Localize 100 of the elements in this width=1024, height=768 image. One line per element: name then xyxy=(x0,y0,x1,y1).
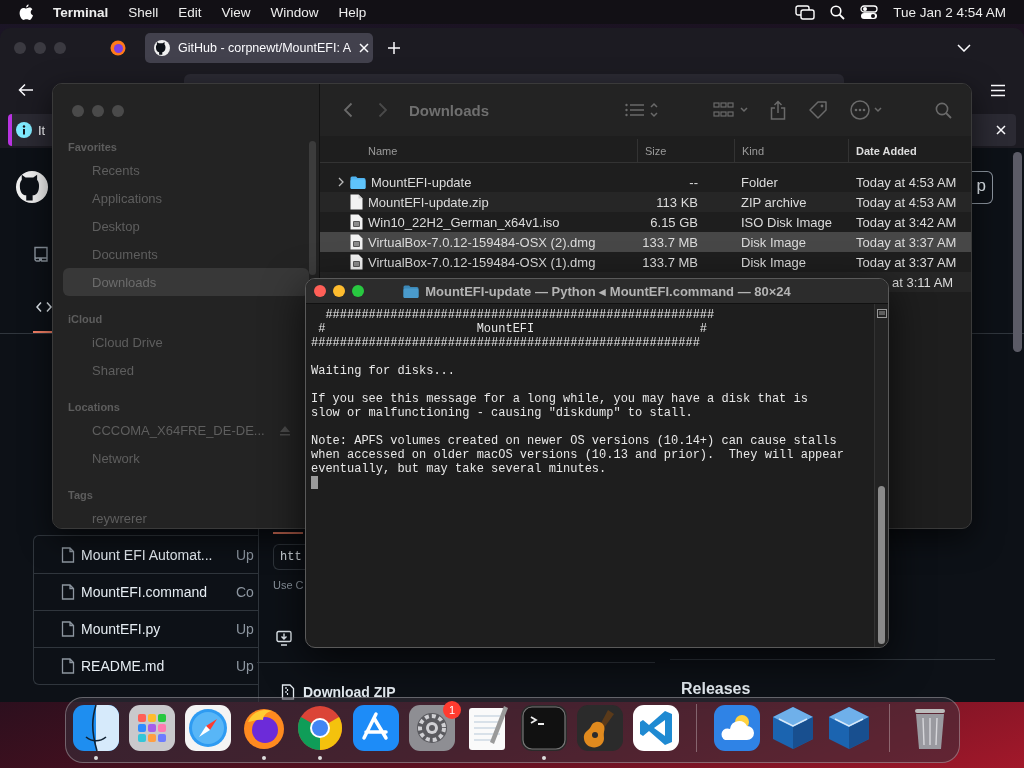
file-kind: ISO Disk Image xyxy=(741,214,833,230)
disclosure-icon[interactable] xyxy=(338,177,344,187)
cat-logo-icon xyxy=(154,40,170,56)
window-title: MountEFI-update — Python ◂ MountEFI.command — 80×24 xyxy=(425,283,791,299)
section-title: Tags xyxy=(67,488,93,503)
screen-mirroring-icon[interactable] xyxy=(795,4,816,20)
commit-message[interactable]: Up xyxy=(236,658,254,674)
file-icon xyxy=(61,584,75,600)
list-row[interactable]: Win10_22H2_German_x64v1.iso 6.15 GB ISO Disk Image Today at 3:42 AM xyxy=(320,212,971,232)
list-row[interactable]: VirtualBox-7.0.12-159484-OSX (1).dmg 133.7 MB Disk Image Today at 3:37 AM xyxy=(320,252,971,272)
date-added: Today at 3:37 AM xyxy=(856,234,957,250)
file-kind: ZIP archive xyxy=(741,194,807,210)
compass-icon[interactable] xyxy=(184,704,232,752)
column-header[interactable]: Size xyxy=(641,144,671,157)
file-name[interactable]: MountEFI.command xyxy=(81,584,230,600)
close-icon[interactable] xyxy=(359,43,369,53)
date-added: Today at 3:42 AM xyxy=(856,214,957,230)
menu-item[interactable]: Help xyxy=(338,4,367,20)
file-name: Win10_22H2_German_x64v1.iso xyxy=(368,214,560,230)
column-header[interactable]: Date Added xyxy=(852,144,921,157)
browser-tab[interactable]: GitHub - corpnewt/MountEFI: A xyxy=(145,33,373,63)
zoom-button[interactable] xyxy=(352,285,364,297)
cat-logo-icon xyxy=(16,171,48,203)
menu-item[interactable]: Edit xyxy=(178,4,202,20)
scrollbar-thumb[interactable] xyxy=(1013,152,1022,352)
commit-message[interactable]: Up xyxy=(236,546,254,563)
list-row[interactable]: MountEFI-update -- Folder Today at 4:53 AM xyxy=(320,172,971,192)
file-kind: Disk Image xyxy=(741,234,807,250)
file-icon xyxy=(61,658,75,674)
share-icon[interactable] xyxy=(770,100,786,120)
tag-icon[interactable] xyxy=(808,100,828,120)
file-name[interactable]: README.md xyxy=(81,658,230,674)
list-row[interactable]: MountEFI-update.zip 113 KB ZIP archive Today at 4:53 AM xyxy=(320,192,971,212)
url-field[interactable]: htt xyxy=(273,544,305,570)
scrollbar-thumb[interactable] xyxy=(309,141,316,275)
tricolor-circle-icon[interactable] xyxy=(296,704,344,752)
search-icon[interactable] xyxy=(830,4,846,20)
book-icon[interactable] xyxy=(33,246,49,262)
code-icon xyxy=(36,300,52,313)
menu-icon[interactable] xyxy=(990,83,1006,97)
close-icon[interactable] xyxy=(996,125,1006,135)
close-button[interactable] xyxy=(314,285,326,297)
folder-icon xyxy=(350,175,366,189)
menu-item[interactable]: View xyxy=(221,4,251,20)
date-added: at 3:11 AM xyxy=(892,274,954,290)
column-header[interactable]: Name xyxy=(364,144,402,157)
flame-globe-icon[interactable] xyxy=(110,40,126,56)
file-size: 6.15 GB xyxy=(650,214,698,230)
file-icon xyxy=(61,621,75,637)
disk-image-icon xyxy=(350,214,363,230)
minimize-button[interactable] xyxy=(333,285,345,297)
scrollbar-thumb[interactable] xyxy=(878,486,885,644)
terminal-output: ###################################################### # MountEFI # ###################################################### Waiting for disks... If you see this message for a long while, you may have a disk that is slow or malfunctioning - causing "diskdump" to stall. Note: APFS volumes created on newer OS versions (10.14+) can cause stalls when accessed on older macOS versions (10.13 and prior). They will appear eventually, but may take several minutes. xyxy=(311,308,844,476)
file-kind: Folder xyxy=(741,174,778,190)
file-name: VirtualBox-7.0.12-159484-OSX (2).dmg xyxy=(368,234,596,250)
file-size: 113 KB xyxy=(656,194,698,210)
commit-message[interactable]: Up xyxy=(236,621,254,637)
disk-image-icon xyxy=(350,234,363,250)
guitar-icon[interactable] xyxy=(576,704,624,752)
file-kind: Disk Image xyxy=(741,254,807,270)
grid-view-icon[interactable] xyxy=(713,102,750,118)
file-size: 133.7 MB xyxy=(642,254,698,270)
folder-title: Downloads xyxy=(409,101,489,119)
cloud-sun-icon[interactable] xyxy=(713,704,761,752)
hint-text: Use C xyxy=(273,579,304,591)
file-size: 133.7 MB xyxy=(642,234,698,250)
file-name: MountEFI-update.zip xyxy=(368,194,489,210)
menu-item[interactable]: Shell xyxy=(128,4,159,20)
menu-clock[interactable]: Tue Jan 2 4:54 AM xyxy=(893,4,1006,20)
toggles-icon[interactable] xyxy=(860,4,879,20)
tab-underline xyxy=(273,532,303,534)
two-tone-tile-icon[interactable] xyxy=(72,704,120,752)
apple-icon[interactable] xyxy=(19,3,33,21)
menu-item[interactable]: Terminal xyxy=(53,4,109,20)
date-added: Today at 4:53 AM xyxy=(856,194,957,210)
lines-icon[interactable] xyxy=(876,309,887,318)
document-icon xyxy=(350,194,363,210)
file-size: -- xyxy=(689,174,698,190)
commit-message[interactable]: Co xyxy=(236,584,254,600)
terminal-icon[interactable] xyxy=(520,704,568,752)
more-icon[interactable] xyxy=(850,100,884,120)
new-tab-icon[interactable] xyxy=(387,41,401,55)
file-name[interactable]: MountEFI.py xyxy=(81,621,230,637)
list-row[interactable]: VirtualBox-7.0.12-159484-OSX (2).dmg 133.7 MB Disk Image Today at 3:37 AM xyxy=(320,232,971,252)
date-added: Today at 4:53 AM xyxy=(856,174,957,190)
menu-item[interactable]: Window xyxy=(270,4,319,20)
list-view-icon[interactable] xyxy=(624,101,660,119)
file-name: MountEFI-update xyxy=(371,174,472,190)
info-icon xyxy=(16,122,32,138)
desktop-download-icon[interactable] xyxy=(276,630,292,646)
crossed-strokes-icon[interactable] xyxy=(352,704,400,752)
column-header[interactable]: Kind xyxy=(738,144,769,157)
file-icon xyxy=(61,546,75,563)
file-name[interactable]: Mount EFI Automat... xyxy=(81,546,230,563)
section-title: iCloud xyxy=(67,312,103,327)
chevron-down-icon[interactable] xyxy=(957,44,971,52)
grid-icon[interactable] xyxy=(128,704,176,752)
download-zip-link[interactable]: Download ZIP xyxy=(273,670,402,702)
code-ribbon-icon[interactable] xyxy=(632,704,680,752)
gear-icon[interactable] xyxy=(408,704,456,752)
